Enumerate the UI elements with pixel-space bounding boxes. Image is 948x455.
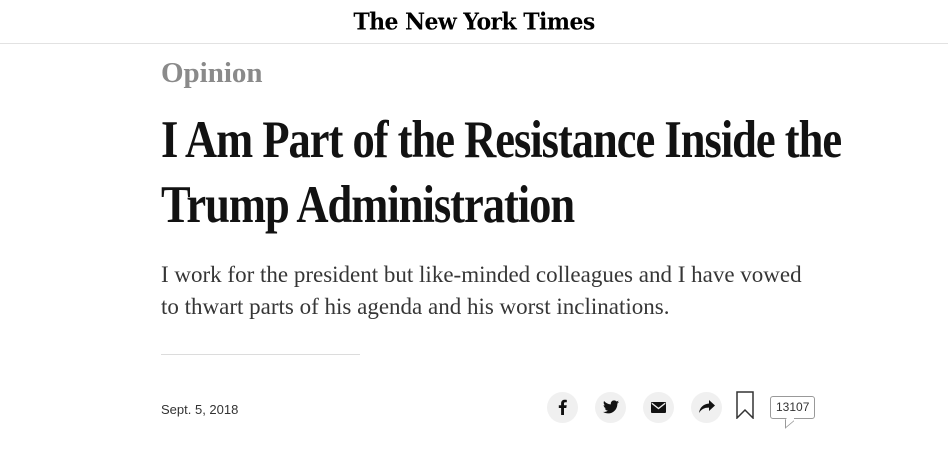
twitter-icon (602, 400, 619, 414)
twitter-share-button[interactable] (595, 391, 626, 423)
nyt-logo[interactable]: The New York Times (353, 8, 595, 35)
article-summary: I work for the president but like-minded… (161, 262, 802, 319)
comment-bubble-tail (785, 411, 794, 429)
save-bookmark-button[interactable] (736, 391, 754, 423)
facebook-share-button[interactable] (547, 391, 578, 423)
bookmark-icon (736, 391, 754, 423)
facebook-icon (555, 399, 571, 415)
publish-date: Sept. 5, 2018 (161, 402, 239, 417)
comments-button[interactable]: 13107 (770, 395, 816, 429)
share-tools: 13107 (547, 391, 816, 429)
comment-count: 13107 (776, 399, 810, 414)
email-share-button[interactable] (643, 391, 674, 423)
divider (161, 354, 360, 355)
share-arrow-icon (698, 400, 715, 414)
article-headline: I Am Part of the Resistance Inside the T… (161, 111, 842, 234)
section-kicker[interactable]: Opinion (161, 54, 263, 92)
masthead: The New York Times (0, 0, 948, 44)
email-icon (651, 401, 666, 413)
more-share-button[interactable] (691, 391, 722, 423)
